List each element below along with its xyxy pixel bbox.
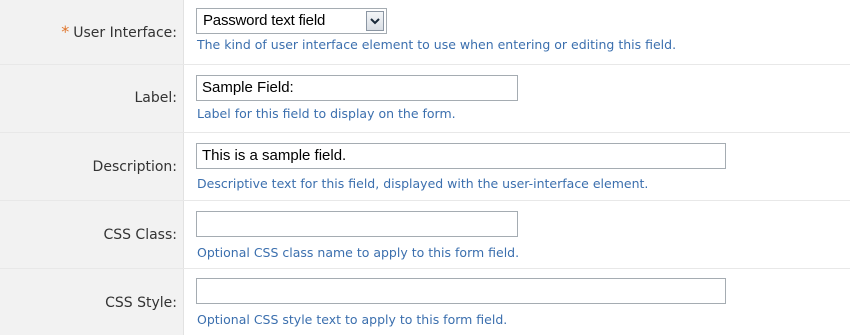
- required-marker: *: [61, 22, 70, 41]
- chevron-down-icon: [370, 18, 380, 25]
- user-interface-row: * User Interface: Password text field The…: [0, 0, 850, 64]
- label-row: Label: Sample Field: Label for this fiel…: [0, 64, 850, 132]
- field-properties-form: * User Interface: Password text field The…: [0, 0, 850, 335]
- description-input[interactable]: This is a sample field.: [196, 143, 726, 169]
- user-interface-selected-value: Password text field: [203, 12, 326, 29]
- label-cell: CSS Class:: [0, 201, 184, 268]
- label-field-label: Label:: [134, 90, 178, 106]
- user-interface-select[interactable]: Password text field: [196, 8, 387, 34]
- description-label: Description:: [92, 159, 177, 175]
- css-class-help: Optional CSS class name to apply to this…: [197, 245, 520, 260]
- dropdown-button[interactable]: [366, 11, 384, 31]
- css-class-row: CSS Class: Optional CSS class name to ap…: [0, 200, 850, 268]
- label-input[interactable]: Sample Field:: [196, 75, 518, 101]
- css-class-label: CSS Class:: [103, 227, 177, 243]
- label-cell: Label:: [0, 65, 184, 132]
- css-style-row: CSS Style: Optional CSS style text to ap…: [0, 268, 850, 335]
- description-row: Description: This is a sample field. Des…: [0, 132, 850, 200]
- user-interface-label-text: User Interface:: [73, 25, 177, 41]
- css-style-help: Optional CSS style text to apply to this…: [197, 312, 508, 327]
- label-help: Label for this field to display on the f…: [197, 106, 456, 121]
- user-interface-help: The kind of user interface element to us…: [197, 37, 677, 52]
- css-style-input[interactable]: [196, 278, 726, 304]
- description-help: Descriptive text for this field, display…: [197, 176, 649, 191]
- css-style-label: CSS Style:: [105, 295, 177, 311]
- user-interface-label: * User Interface:: [61, 22, 177, 41]
- label-cell: * User Interface:: [0, 0, 184, 64]
- label-cell: Description:: [0, 133, 184, 200]
- label-cell: CSS Style:: [0, 269, 184, 335]
- css-class-input[interactable]: [196, 211, 518, 237]
